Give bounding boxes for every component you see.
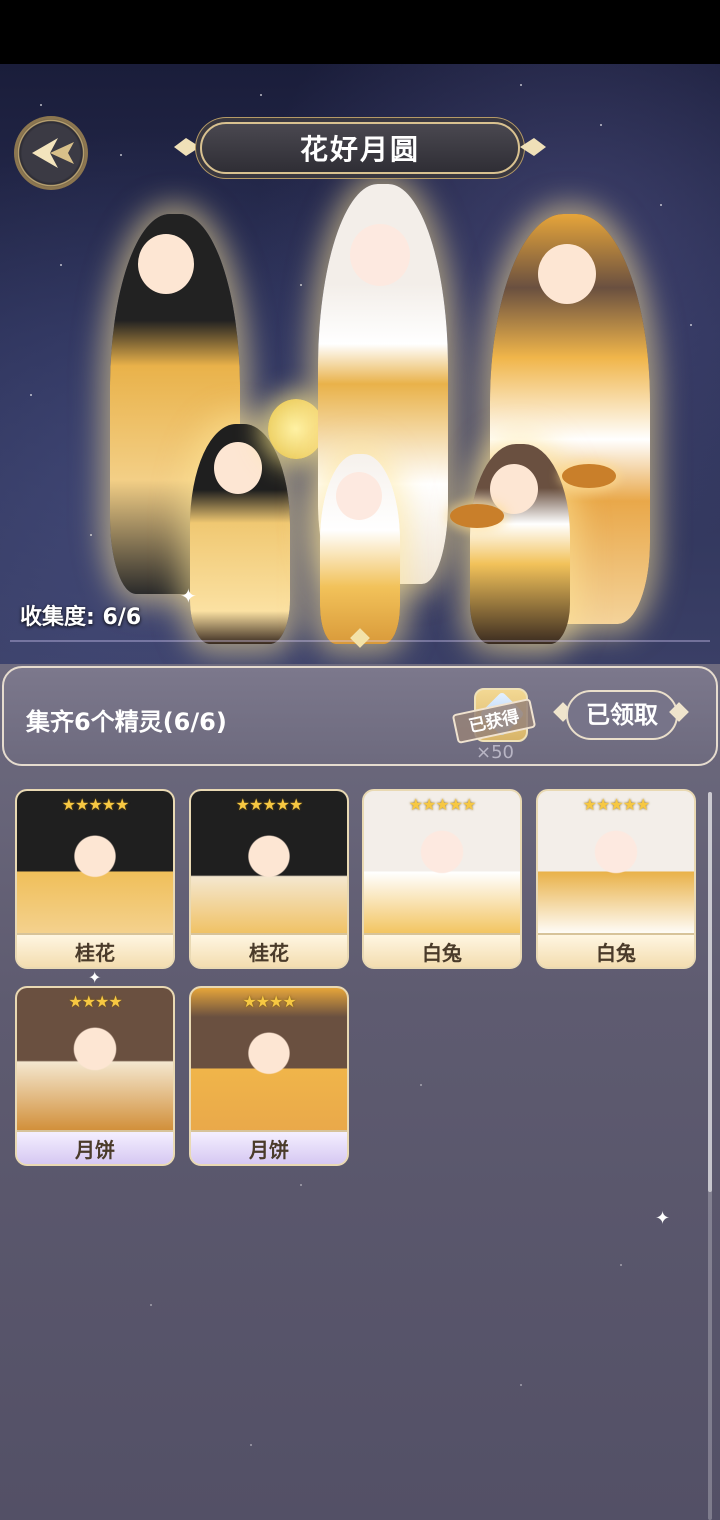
- character-card[interactable]: ★★★★ 月饼: [15, 986, 175, 1166]
- collection-progress: 收集度: 6/6: [20, 599, 141, 631]
- face: [490, 464, 538, 514]
- character-name: 桂花: [191, 933, 347, 967]
- reward-title: 集齐6个精灵(6/6): [26, 708, 227, 736]
- character-card[interactable]: ★★★★★ 白兔: [362, 789, 522, 969]
- star-rating: ★★★★: [68, 992, 122, 1011]
- character-name: 白兔: [538, 933, 694, 967]
- face: [336, 472, 382, 520]
- collection-label: 收集度:: [20, 605, 95, 630]
- title-ornament-right-icon: [518, 134, 548, 160]
- character-card[interactable]: ★★★★ 月饼: [189, 986, 349, 1166]
- sparkle-icon: ✦: [88, 968, 102, 987]
- reward-quantity: ×50: [476, 742, 514, 763]
- face: [538, 244, 596, 304]
- claimed-button[interactable]: 已领取: [566, 690, 678, 740]
- hero-banner: 花好月圆 收集度: 6/6 ✦: [0, 64, 720, 664]
- mooncake-plate: [562, 464, 616, 488]
- sparkle-icon: ✦: [180, 584, 197, 608]
- character-name: 月饼: [17, 1130, 173, 1164]
- character-card[interactable]: ★★★★★ 桂花: [189, 789, 349, 969]
- scrollbar-thumb[interactable]: [708, 792, 712, 1192]
- star-rating: ★★★★★: [582, 795, 651, 814]
- back-button[interactable]: [14, 116, 88, 190]
- sparkle-icon: ✦: [655, 1208, 671, 1229]
- character-name: 桂花: [17, 933, 173, 967]
- chevron-left-icon: [32, 138, 74, 168]
- face: [138, 234, 194, 294]
- title-ornament-left-icon: [172, 134, 202, 160]
- face: [214, 442, 262, 494]
- star-rating: ★★★★: [242, 992, 296, 1011]
- star-rating: ★★★★★: [61, 795, 130, 814]
- character-name: 月饼: [191, 1130, 347, 1164]
- character-card[interactable]: ★★★★★ 白兔: [536, 789, 696, 969]
- lantern-prop: [268, 399, 324, 459]
- collection-value: 6/6: [102, 605, 142, 630]
- mooncake-plate: [450, 504, 504, 528]
- star-rating: ★★★★★: [235, 795, 304, 814]
- page-title-plate: 花好月圆: [200, 122, 520, 174]
- character-card[interactable]: ★★★★★ 桂花: [15, 789, 175, 969]
- character-group-art: [90, 174, 680, 644]
- star-rating: ★★★★★: [408, 795, 477, 814]
- page-title: 花好月圆: [299, 133, 420, 166]
- face: [350, 224, 410, 286]
- status-bar: [0, 0, 720, 64]
- character-name: 白兔: [364, 933, 520, 967]
